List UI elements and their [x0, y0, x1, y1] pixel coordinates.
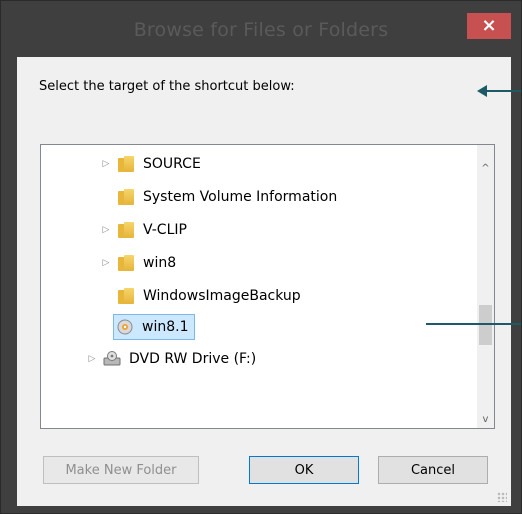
tree-item-label: System Volume Information	[143, 189, 338, 205]
annotation-arrow-icon	[477, 85, 487, 97]
ok-button[interactable]: OK	[249, 456, 359, 484]
tree-item-label: WindowsImageBackup	[143, 288, 301, 304]
annotation-arrow-line	[487, 90, 521, 92]
tree-item-v-clip[interactable]: ▷ V-CLIP	[101, 218, 187, 242]
tree-item-source[interactable]: ▷ SOURCE	[101, 152, 201, 176]
cancel-button[interactable]: Cancel	[378, 456, 488, 484]
tree-item-windowsimagebackup[interactable]: WindowsImageBackup	[117, 284, 301, 308]
vertical-scrollbar[interactable]: ^ v	[477, 145, 494, 428]
tree-item-win8[interactable]: ▷ win8	[101, 251, 176, 275]
expand-arrow-icon[interactable]: ▷	[101, 258, 111, 268]
dialog-body: Select the target of the shortcut below:…	[17, 57, 511, 506]
scroll-down-icon[interactable]: v	[477, 411, 494, 428]
scroll-thumb[interactable]	[479, 305, 492, 345]
browse-dialog: Browse for Files or Folders × Select the…	[0, 0, 522, 514]
expand-arrow-icon[interactable]: ▷	[101, 159, 111, 169]
scroll-up-icon[interactable]: ^	[477, 160, 494, 177]
folder-tree[interactable]: ▷ SOURCE System Volume Information ▷ V-C…	[40, 144, 495, 429]
prompt-label: Select the target of the shortcut below:	[39, 79, 295, 94]
tree-item-label: V-CLIP	[143, 222, 187, 238]
folder-icon	[117, 288, 135, 304]
disc-image-icon	[116, 319, 134, 335]
folder-icon	[117, 189, 135, 205]
expand-arrow-icon[interactable]: ▷	[87, 354, 97, 364]
tree-item-label: SOURCE	[143, 156, 201, 172]
tree-item-dvd-rw-drive[interactable]: ▷ DVD RW Drive (F:)	[87, 347, 256, 371]
folder-icon	[117, 222, 135, 238]
folder-icon	[117, 156, 135, 172]
tree-item-label: win8.1	[142, 319, 189, 335]
folder-icon	[117, 255, 135, 271]
tree-item-label: win8	[143, 255, 177, 271]
tree-item-win8-1[interactable]: win8.1	[113, 314, 196, 340]
title-bar[interactable]: Browse for Files or Folders ×	[1, 1, 521, 49]
make-new-folder-button[interactable]: Make New Folder	[43, 456, 199, 484]
tree-item-label: DVD RW Drive (F:)	[129, 351, 257, 367]
resize-grip-icon[interactable]	[497, 492, 507, 502]
expand-arrow-icon[interactable]: ▷	[101, 225, 111, 235]
close-button[interactable]: ×	[467, 13, 511, 39]
annotation-line	[426, 323, 521, 325]
tree-item-system-volume-information[interactable]: System Volume Information	[117, 185, 337, 209]
dvd-drive-icon	[103, 351, 121, 367]
dialog-title: Browse for Files or Folders	[133, 19, 389, 41]
